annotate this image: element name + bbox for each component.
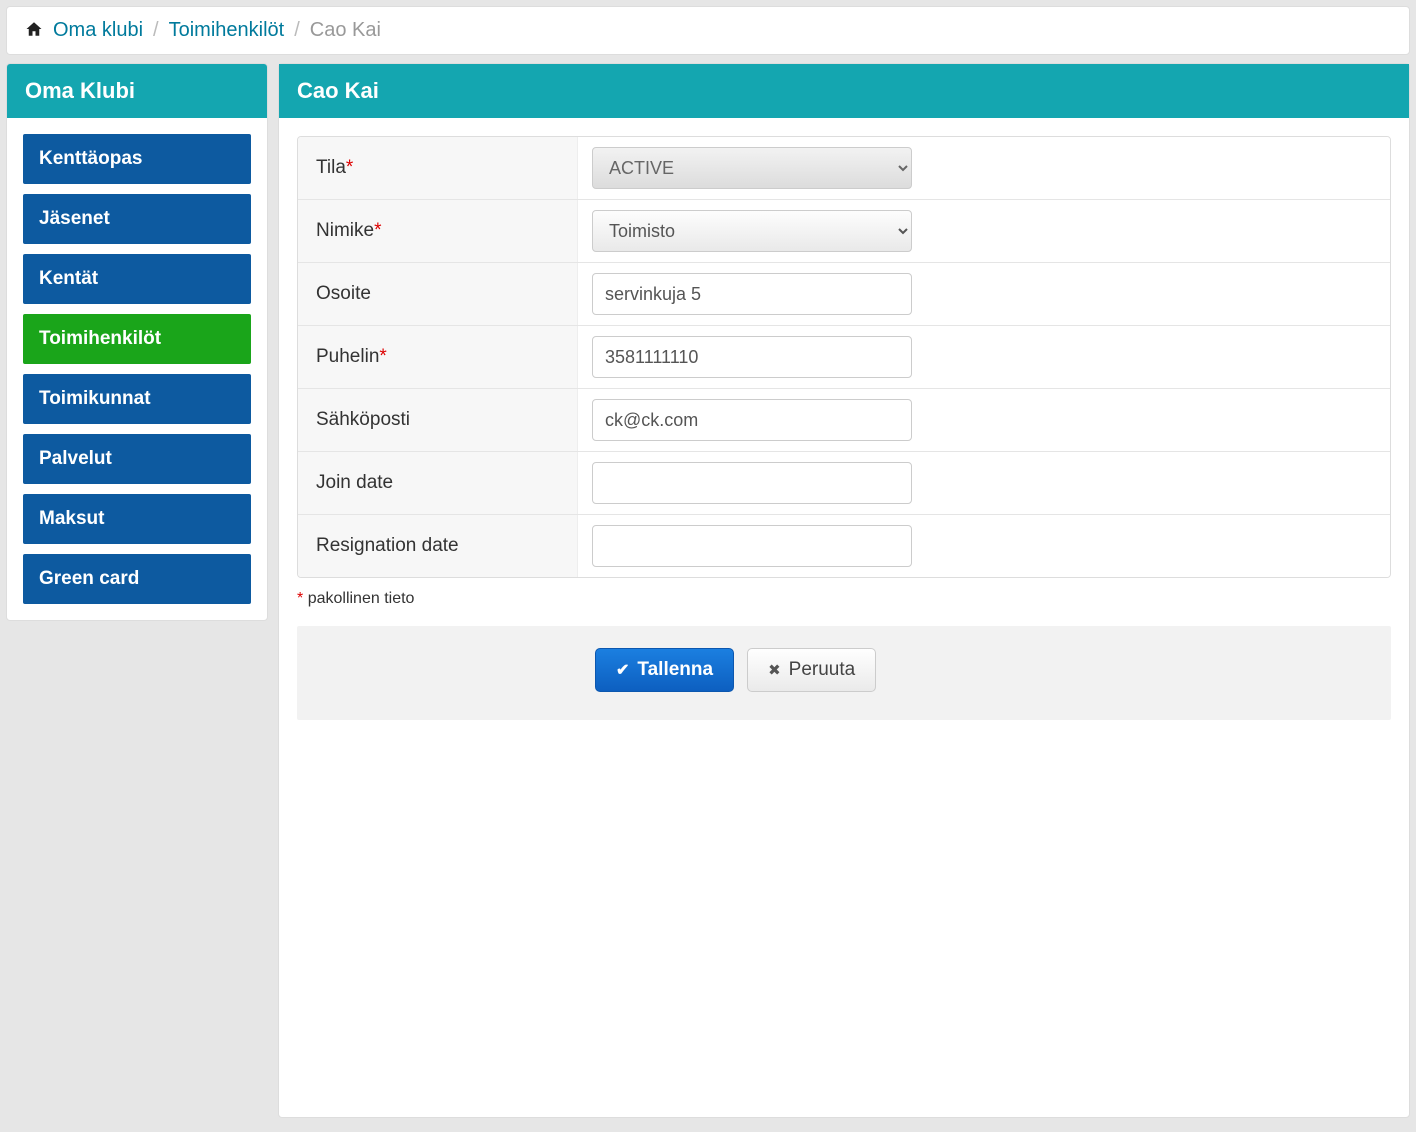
required-marker: * xyxy=(346,157,353,179)
breadcrumb-separator: / xyxy=(153,19,159,42)
label-status: Tila* xyxy=(298,137,578,199)
phone-input[interactable] xyxy=(592,336,912,378)
close-icon xyxy=(768,659,781,681)
email-input[interactable] xyxy=(592,399,912,441)
sidebar-item-green-card[interactable]: Green card xyxy=(23,554,251,604)
sidebar-item-palvelut[interactable]: Palvelut xyxy=(23,434,251,484)
sidebar-item-toimikunnat[interactable]: Toimikunnat xyxy=(23,374,251,424)
check-icon xyxy=(616,659,629,681)
actions-bar: Tallenna Peruuta xyxy=(297,626,1391,720)
breadcrumb-separator: / xyxy=(294,19,300,42)
breadcrumb: Oma klubi / Toimihenkilöt / Cao Kai xyxy=(6,6,1410,55)
label-email-text: Sähköposti xyxy=(316,409,410,431)
breadcrumb-link-toimihenkilot[interactable]: Toimihenkilöt xyxy=(169,19,285,42)
label-phone-text: Puhelin xyxy=(316,346,379,368)
label-resignation-date: Resignation date xyxy=(298,515,578,577)
label-address: Osoite xyxy=(298,263,578,325)
sidebar-item-toimihenkilot[interactable]: Toimihenkilöt xyxy=(23,314,251,364)
label-resign-text: Resignation date xyxy=(316,535,459,557)
label-address-text: Osoite xyxy=(316,283,371,305)
resignation-date-input[interactable] xyxy=(592,525,912,567)
sidebar-item-jasenet[interactable]: Jäsenet xyxy=(23,194,251,244)
breadcrumb-current: Cao Kai xyxy=(310,19,381,42)
cancel-button-label: Peruuta xyxy=(789,659,856,681)
required-marker: * xyxy=(374,220,381,242)
save-button[interactable]: Tallenna xyxy=(595,648,734,692)
home-icon[interactable] xyxy=(25,20,43,41)
page-title: Cao Kai xyxy=(279,64,1409,118)
main-panel: Cao Kai Tila* ACTIVE xyxy=(278,63,1410,1118)
breadcrumb-link-oma-klubi[interactable]: Oma klubi xyxy=(53,19,143,42)
label-title: Nimike* xyxy=(298,200,578,262)
label-title-text: Nimike xyxy=(316,220,374,242)
form: Tila* ACTIVE Nimike* xyxy=(297,136,1391,578)
sidebar: Oma Klubi Kenttäopas Jäsenet Kentät Toim… xyxy=(6,63,268,621)
sidebar-title: Oma Klubi xyxy=(7,64,267,118)
label-email: Sähköposti xyxy=(298,389,578,451)
cancel-button[interactable]: Peruuta xyxy=(747,648,876,692)
join-date-input[interactable] xyxy=(592,462,912,504)
required-marker: * xyxy=(297,590,303,607)
required-hint-text: pakollinen tieto xyxy=(308,590,415,607)
sidebar-item-maksut[interactable]: Maksut xyxy=(23,494,251,544)
sidebar-item-kentat[interactable]: Kentät xyxy=(23,254,251,304)
label-join-date: Join date xyxy=(298,452,578,514)
address-input[interactable] xyxy=(592,273,912,315)
required-marker: * xyxy=(379,346,386,368)
sidebar-item-kenttaopas[interactable]: Kenttäopas xyxy=(23,134,251,184)
label-status-text: Tila xyxy=(316,157,346,179)
required-hint: * pakollinen tieto xyxy=(297,590,1391,608)
label-join-text: Join date xyxy=(316,472,393,494)
title-select[interactable]: Toimisto xyxy=(592,210,912,252)
status-select[interactable]: ACTIVE xyxy=(592,147,912,189)
save-button-label: Tallenna xyxy=(637,659,713,681)
label-phone: Puhelin* xyxy=(298,326,578,388)
